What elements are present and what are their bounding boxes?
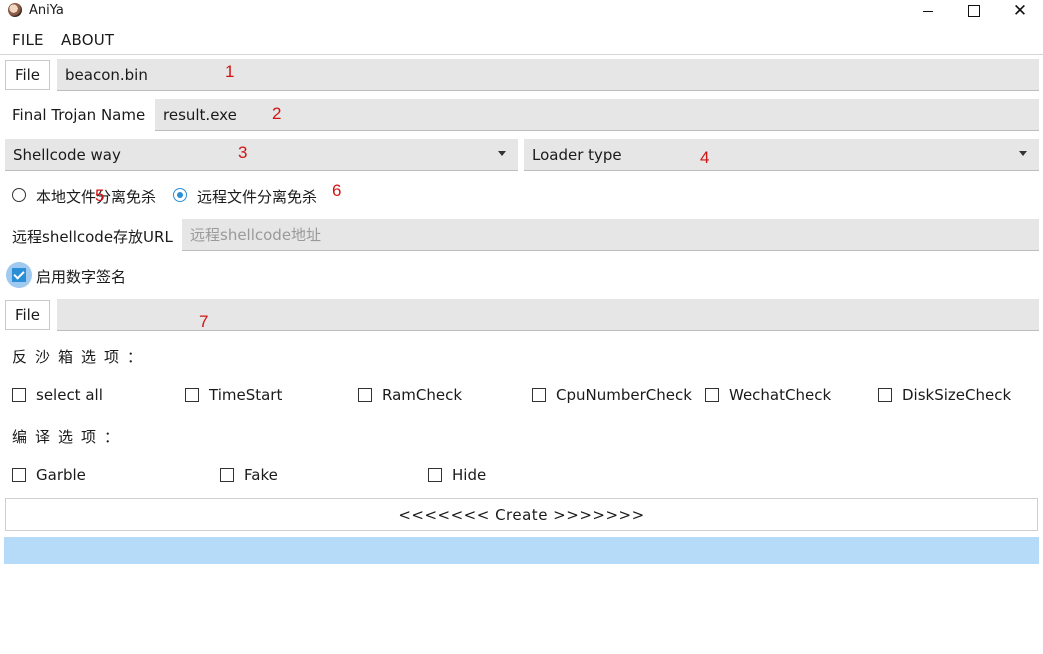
- menu-bar: FILE ABOUT: [0, 26, 1043, 55]
- close-button[interactable]: ✕: [997, 0, 1043, 22]
- annotation-1: 1: [225, 62, 235, 81]
- menu-file[interactable]: FILE: [12, 31, 44, 49]
- loader-type-value: Loader type: [532, 145, 622, 164]
- timestart-label: TimeStart: [209, 386, 283, 404]
- select-all-label: select all: [36, 386, 103, 404]
- cpunumbercheck-checkbox[interactable]: [532, 388, 546, 402]
- remote-url-label: 远程shellcode存放URL: [12, 228, 173, 246]
- wechatcheck-checkbox[interactable]: [705, 388, 719, 402]
- minimize-icon: [923, 10, 933, 12]
- title-bar: AniYa ✕: [0, 0, 1043, 22]
- app-logo-icon: [8, 3, 22, 17]
- annotation-6: 6: [332, 181, 342, 200]
- compile-options-title: 编译选项：: [12, 428, 128, 446]
- signature-label: 启用数字签名: [36, 268, 127, 286]
- create-button[interactable]: <<<<<<< Create >>>>>>>: [5, 498, 1038, 531]
- fake-checkbox[interactable]: [220, 468, 234, 482]
- shellcode-way-value: Shellcode way: [13, 145, 121, 164]
- ramcheck-checkbox[interactable]: [358, 388, 372, 402]
- trojan-name-input[interactable]: result.exe: [155, 99, 1039, 131]
- annotation-7: 7: [199, 312, 209, 331]
- ramcheck-label: RamCheck: [382, 386, 463, 404]
- signature-checkbox[interactable]: [12, 268, 26, 282]
- chevron-down-icon: [498, 151, 506, 156]
- cpunumbercheck-label: CpuNumberCheck: [556, 386, 692, 404]
- maximize-button[interactable]: [951, 0, 997, 22]
- select-all-checkbox[interactable]: [12, 388, 26, 402]
- beacon-path-input[interactable]: beacon.bin: [57, 59, 1039, 91]
- loader-type-select[interactable]: Loader type: [524, 139, 1039, 171]
- annotation-3: 3: [238, 143, 248, 162]
- fake-label: Fake: [244, 466, 278, 484]
- remote-url-input[interactable]: 远程shellcode地址: [182, 219, 1039, 251]
- garble-checkbox[interactable]: [12, 468, 26, 482]
- timestart-checkbox[interactable]: [185, 388, 199, 402]
- progress-bar: [4, 537, 1039, 564]
- annotation-5: 5: [95, 186, 105, 205]
- garble-label: Garble: [36, 466, 86, 484]
- maximize-icon: [968, 5, 980, 17]
- trojan-name-label: Final Trojan Name: [12, 106, 146, 124]
- shellcode-way-select[interactable]: Shellcode way: [5, 139, 518, 171]
- chevron-down-icon: [1019, 151, 1027, 156]
- beacon-file-button[interactable]: File: [5, 60, 50, 90]
- menu-about[interactable]: ABOUT: [61, 31, 114, 49]
- local-separation-radio[interactable]: [12, 188, 26, 202]
- remote-separation-label: 远程文件分离免杀: [197, 188, 318, 206]
- annotation-4: 4: [700, 148, 710, 167]
- window-title: AniYa: [29, 3, 64, 18]
- progress-fill: [4, 537, 1039, 564]
- hide-label: Hide: [452, 466, 487, 484]
- disksizecheck-label: DiskSizeCheck: [902, 386, 1012, 404]
- signature-file-button[interactable]: File: [5, 300, 50, 330]
- remote-separation-radio[interactable]: [173, 188, 187, 202]
- minimize-button[interactable]: [905, 0, 951, 22]
- disksizecheck-checkbox[interactable]: [878, 388, 892, 402]
- close-icon: ✕: [1012, 0, 1028, 21]
- anti-sandbox-title: 反沙箱选项：: [12, 348, 151, 366]
- annotation-2: 2: [272, 104, 282, 123]
- wechatcheck-label: WechatCheck: [729, 386, 832, 404]
- hide-checkbox[interactable]: [428, 468, 442, 482]
